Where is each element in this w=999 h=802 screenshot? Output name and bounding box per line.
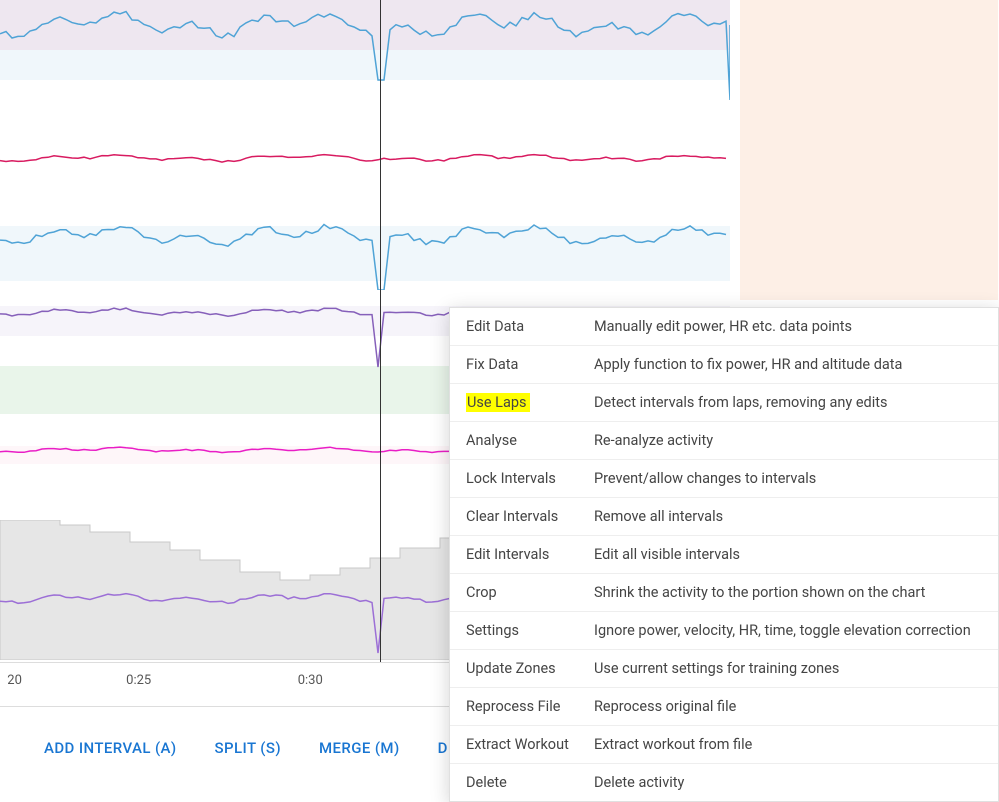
menu-item-desc: Apply function to fix power, HR and alti… <box>594 356 902 373</box>
menu-item-fix-data[interactable]: Fix DataApply function to fix power, HR … <box>450 346 998 384</box>
menu-item-desc: Manually edit power, HR etc. data points <box>594 318 852 335</box>
menu-item-reprocess-file[interactable]: Reprocess FileReprocess original file <box>450 688 998 726</box>
menu-item-analyse[interactable]: AnalyseRe-analyze activity <box>450 422 998 460</box>
menu-item-desc: Extract workout from file <box>594 736 752 753</box>
right-side-panel <box>740 0 998 300</box>
menu-item-desc: Shrink the activity to the portion shown… <box>594 584 925 601</box>
merge-button[interactable]: MERGE (M) <box>319 739 400 757</box>
menu-item-desc: Reprocess original file <box>594 698 736 715</box>
menu-item-desc: Edit all visible intervals <box>594 546 740 563</box>
actions-context-menu: Edit DataManually edit power, HR etc. da… <box>449 307 999 802</box>
menu-item-crop[interactable]: CropShrink the activity to the portion s… <box>450 574 998 612</box>
menu-item-label: Analyse <box>466 432 594 449</box>
toolbar-more-button[interactable]: D <box>438 739 448 757</box>
menu-item-label: Clear Intervals <box>466 508 594 525</box>
menu-item-label: Use Laps <box>466 394 594 411</box>
menu-item-label: Update Zones <box>466 660 594 677</box>
menu-item-label: Delete <box>466 774 594 791</box>
menu-item-label: Crop <box>466 584 594 601</box>
menu-item-label: Extract Workout <box>466 736 594 753</box>
menu-item-extract-workout[interactable]: Extract WorkoutExtract workout from file <box>450 726 998 764</box>
chart-cursor-line <box>380 0 381 662</box>
menu-item-update-zones[interactable]: Update ZonesUse current settings for tra… <box>450 650 998 688</box>
menu-item-label: Reprocess File <box>466 698 594 715</box>
menu-item-lock-intervals[interactable]: Lock IntervalsPrevent/allow changes to i… <box>450 460 998 498</box>
menu-item-clear-intervals[interactable]: Clear IntervalsRemove all intervals <box>450 498 998 536</box>
menu-item-desc: Detect intervals from laps, removing any… <box>594 394 887 411</box>
x-tick: 0:25 <box>126 673 151 688</box>
menu-item-desc: Remove all intervals <box>594 508 723 525</box>
add-interval-button[interactable]: ADD INTERVAL (A) <box>44 739 177 757</box>
menu-item-edit-intervals[interactable]: Edit IntervalsEdit all visible intervals <box>450 536 998 574</box>
x-tick: 20 <box>7 673 22 688</box>
x-tick: 0:30 <box>298 673 323 688</box>
menu-item-use-laps[interactable]: Use LapsDetect intervals from laps, remo… <box>450 384 998 422</box>
menu-item-desc: Use current settings for training zones <box>594 660 839 677</box>
menu-item-delete[interactable]: DeleteDelete activity <box>450 764 998 801</box>
menu-item-edit-data[interactable]: Edit DataManually edit power, HR etc. da… <box>450 308 998 346</box>
line-power-top <box>0 0 730 100</box>
menu-item-desc: Prevent/allow changes to intervals <box>594 470 816 487</box>
menu-item-label: Settings <box>466 622 594 639</box>
split-button[interactable]: SPLIT (S) <box>215 739 281 757</box>
menu-item-label: Lock Intervals <box>466 470 594 487</box>
menu-item-label: Fix Data <box>466 356 594 373</box>
menu-item-label: Edit Intervals <box>466 546 594 563</box>
line-heartrate <box>0 140 730 200</box>
menu-item-label: Edit Data <box>466 318 594 335</box>
menu-item-settings[interactable]: SettingsIgnore power, velocity, HR, time… <box>450 612 998 650</box>
menu-item-desc: Re-analyze activity <box>594 432 713 449</box>
line-power-mid <box>0 210 730 290</box>
menu-item-desc: Delete activity <box>594 774 684 791</box>
menu-item-desc: Ignore power, velocity, HR, time, toggle… <box>594 622 971 639</box>
